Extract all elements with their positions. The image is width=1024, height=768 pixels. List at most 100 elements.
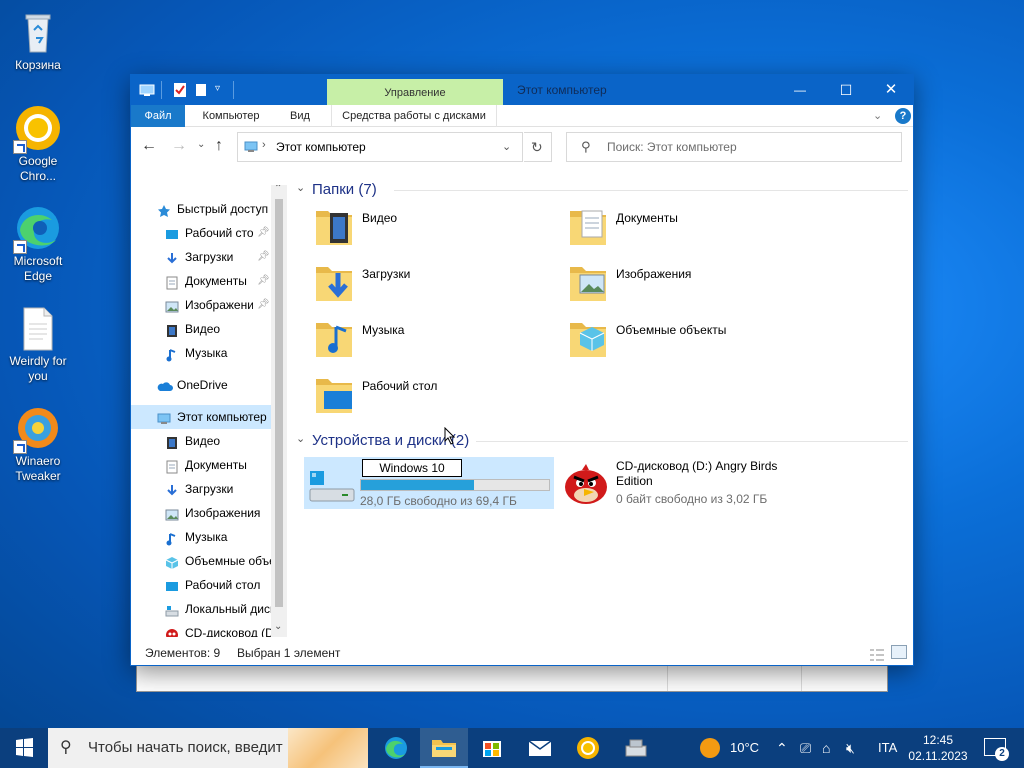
desktop-icon-document[interactable]: Weirdly for you <box>4 304 72 384</box>
quick-access-dropdown-icon[interactable]: ▿ <box>215 83 227 97</box>
nav-item[interactable]: OneDrive <box>131 373 271 397</box>
taskbar-app[interactable] <box>612 728 660 768</box>
collapse-chevron-icon[interactable]: ⌄ <box>296 181 305 194</box>
properties-icon[interactable] <box>173 82 187 98</box>
weather-icon[interactable] <box>700 738 720 758</box>
desktop-icon-chrome[interactable]: Google Chro... <box>4 104 72 184</box>
nav-item[interactable]: Изображения 📌︎ <box>131 293 271 317</box>
language-indicator[interactable]: ITA <box>878 728 897 768</box>
volume-muted-icon[interactable]: 🔇︎ <box>846 728 855 768</box>
scroll-thumb[interactable] <box>275 199 283 607</box>
shortcut-arrow-icon <box>13 140 27 154</box>
winaero-icon <box>13 404 62 454</box>
ribbon-expand-icon[interactable]: ⌄ <box>873 109 887 123</box>
nav-item[interactable]: Загрузки 📌︎ <box>131 245 271 269</box>
nav-item[interactable]: Документы <box>131 453 271 477</box>
rename-drive-input[interactable]: Windows 10 <box>362 459 462 477</box>
taskbar-search-placeholder[interactable]: Чтобы начать поиск, введит <box>88 728 283 768</box>
download-icon <box>165 482 179 496</box>
desktop-icon-recycle-bin[interactable]: Корзина <box>4 8 72 73</box>
taskbar-edge[interactable] <box>372 728 420 768</box>
contextual-tab-manage[interactable]: Управление <box>327 79 503 105</box>
folder-tile[interactable]: Загрузки <box>288 257 538 309</box>
folder-tile[interactable]: Видео <box>288 201 538 253</box>
minimize-button[interactable]: — <box>777 75 823 105</box>
folder-tile[interactable]: Объемные объекты <box>542 313 792 365</box>
nav-item[interactable]: Видео <box>131 317 271 341</box>
forward-arrow-icon[interactable]: → <box>171 137 191 157</box>
title-bar[interactable]: ▿ Управление Этот компьютер — ☐ ✕ <box>131 75 913 105</box>
folder-tile[interactable]: Музыка <box>288 313 538 365</box>
nav-item[interactable]: Рабочий стол <box>131 573 271 597</box>
tab-file[interactable]: Файл <box>131 105 185 127</box>
video-icon <box>165 322 179 337</box>
meet-now-icon[interactable]: ⎚ <box>800 728 811 768</box>
search-box[interactable]: ⚲ Поиск: Этот компьютер <box>566 132 902 162</box>
weather-temperature[interactable]: 10°C <box>730 728 759 768</box>
taskbar-chrome[interactable] <box>564 728 612 768</box>
details-view-icon[interactable] <box>869 646 885 661</box>
drive-cd-tile[interactable]: CD-дисковод (D:) Angry Birds Edition 0 б… <box>558 457 808 509</box>
new-folder-icon[interactable] <box>195 82 207 98</box>
drive-local-tile[interactable]: Windows 10 28,0 ГБ свободно из 69,4 ГБ <box>304 457 554 509</box>
recent-locations-icon[interactable]: ⌄ <box>197 139 209 155</box>
desktop-icon-winaero[interactable]: Winaero Tweaker <box>4 404 72 484</box>
folder-label: Объемные объекты <box>616 323 727 337</box>
nav-item[interactable]: Этот компьютер <box>131 405 271 429</box>
taskbar-file-explorer[interactable] <box>420 728 468 768</box>
pictures-icon <box>165 506 179 521</box>
content-pane[interactable]: ⌄ Папки (7) Видео Документы Загрузки Изобра… <box>288 175 913 639</box>
desktop-icon-edge[interactable]: Microsoft Edge <box>4 204 72 284</box>
notifications-icon[interactable]: 2 <box>984 738 1009 761</box>
nav-item[interactable]: Рабочий стол 📌︎ <box>131 221 271 245</box>
search-placeholder[interactable]: Поиск: Этот компьютер <box>607 133 737 161</box>
folder-tile[interactable]: Документы <box>542 201 792 253</box>
folder-label: Видео <box>362 211 398 225</box>
nav-item[interactable]: Загрузки <box>131 477 271 501</box>
nav-item[interactable]: Изображения <box>131 501 271 525</box>
address-dropdown-icon[interactable]: ⌄ <box>502 140 511 153</box>
nav-item[interactable]: CD-дисковод (D:) <box>131 621 271 637</box>
status-bar: Элементов: 9 Выбран 1 элемент <box>131 641 913 665</box>
search-icon: ⚲ <box>581 139 591 154</box>
taskbar-search[interactable]: ⚲ Чтобы начать поиск, введит <box>48 728 368 768</box>
scroll-up-icon[interactable]: ⌃ <box>274 185 282 194</box>
explorer-window[interactable]: ▿ Управление Этот компьютер — ☐ ✕ Файл К… <box>130 74 914 666</box>
taskbar-mail[interactable] <box>516 728 564 768</box>
nav-item[interactable]: Локальный диск <box>131 597 271 621</box>
chevron-up-icon[interactable]: ⌃ <box>776 728 788 768</box>
large-icons-view-icon[interactable] <box>891 645 907 659</box>
address-text[interactable]: Этот компьютер <box>276 133 366 161</box>
back-arrow-icon[interactable]: ← <box>141 137 161 157</box>
tab-computer[interactable]: Компьютер <box>191 105 271 127</box>
network-icon[interactable]: ⌂ <box>822 728 830 768</box>
close-button[interactable]: ✕ <box>869 75 913 105</box>
folder-tile[interactable]: Рабочий стол <box>288 369 538 421</box>
nav-item[interactable]: Музыка <box>131 525 271 549</box>
taskbar-store[interactable] <box>468 728 516 768</box>
angry-birds-icon <box>562 461 610 505</box>
navigation-pane[interactable]: Быстрый доступ Рабочий стол 📌︎ Загрузки 📌︎ До… <box>131 185 287 637</box>
nav-item[interactable]: Объемные объекты <box>131 549 271 573</box>
folders-section-header[interactable]: Папки (7) <box>312 180 377 200</box>
tab-view[interactable]: Вид <box>279 105 321 127</box>
section-divider <box>394 190 908 191</box>
tab-disk-tools[interactable]: Средства работы с дисками <box>331 105 497 127</box>
nav-item[interactable]: Документы 📌︎ <box>131 269 271 293</box>
address-bar[interactable]: › Этот компьютер ⌄ <box>237 132 523 162</box>
refresh-icon: ↻ <box>531 139 543 155</box>
maximize-button[interactable]: ☐ <box>823 75 869 105</box>
up-arrow-icon[interactable]: ↑ <box>215 137 231 157</box>
3d-objects-icon <box>165 554 179 569</box>
nav-item[interactable]: Быстрый доступ <box>131 197 271 221</box>
nav-item[interactable]: Видео <box>131 429 271 453</box>
scroll-down-icon[interactable]: ⌄ <box>274 621 282 632</box>
start-button[interactable] <box>0 728 48 768</box>
nav-item[interactable]: Музыка <box>131 341 271 365</box>
navigation-scrollbar[interactable]: ⌃ ⌄ <box>271 185 287 637</box>
collapse-chevron-icon[interactable]: ⌄ <box>296 432 305 445</box>
help-icon[interactable]: ? <box>895 108 911 124</box>
folder-tile[interactable]: Изображения <box>542 257 792 309</box>
refresh-button[interactable]: ↻ <box>524 132 552 162</box>
clock[interactable]: 12:45 02.11.2023 <box>906 732 970 764</box>
